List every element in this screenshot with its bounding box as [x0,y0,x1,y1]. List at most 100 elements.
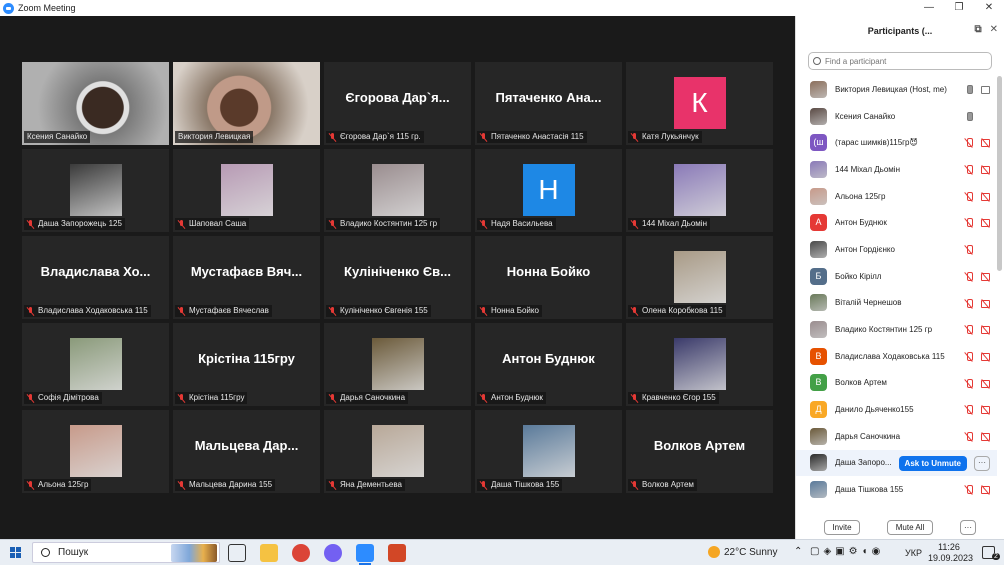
participant-row[interactable]: Антон Гордієнко [796,236,997,263]
participant-row[interactable]: В Волков Артем [796,370,997,397]
camera-off-icon[interactable] [981,299,991,308]
video-tile[interactable]: Дарья Саночкина [324,323,471,406]
microphone-muted-icon[interactable] [964,351,974,361]
participant-row[interactable]: Д Данило Дьяченко155 [796,396,997,423]
participant-row[interactable]: Альона 125гр [796,183,997,210]
participant-scrollbar[interactable] [997,76,1002,271]
video-tile[interactable]: Антон Буднюк Антон Буднюк [475,323,622,406]
video-tile[interactable]: Альона 125гр [22,410,169,493]
close-button[interactable]: ✕ [974,0,1004,16]
camera-off-icon[interactable] [981,272,991,281]
participant-row[interactable]: Владико Костянтин 125 гр [796,316,997,343]
participant-row[interactable]: Дарья Саночкина [796,423,997,450]
participant-row[interactable]: Даша Запоро... Ask to Unmute ··· [796,449,997,477]
invite-button[interactable]: Invite [824,520,860,535]
camera-off-icon[interactable] [981,432,991,441]
video-tile[interactable]: Кулініченко Єв... Кулініченко Євгенія 155 [324,236,471,319]
video-tile[interactable]: Яна Дементьева [324,410,471,493]
zoom-icon[interactable] [356,544,374,565]
participant-row[interactable]: А Антон Буднюк [796,209,997,236]
file-explorer-icon[interactable] [260,544,278,562]
search-input[interactable] [825,56,985,66]
microphone-muted-icon[interactable] [964,378,974,388]
camera-icon[interactable] [981,85,991,94]
chrome-icon[interactable] [292,544,310,562]
more-options-button[interactable]: ··· [960,520,976,535]
camera-off-icon[interactable] [981,352,991,361]
video-tile[interactable]: Ксения Санайко [22,62,169,145]
popout-icon[interactable]: ⧉ [974,24,981,35]
clock-time[interactable]: 11:26 [938,542,960,552]
video-tile[interactable]: Крістіна 115гру Крістіна 115гру [173,323,320,406]
video-tile[interactable]: Даша Тішкова 155 [475,410,622,493]
video-tile[interactable]: Шаповал Саша [173,149,320,232]
camera-off-icon[interactable] [981,245,991,254]
microphone-muted-icon[interactable] [964,271,974,281]
camera-off-icon[interactable] [981,138,991,148]
microphone-muted-icon[interactable] [964,431,974,441]
microphone-muted-icon[interactable] [964,485,974,495]
video-tile[interactable]: Владислава Хо... Владислава Ходаковська 1… [22,236,169,319]
video-tile[interactable]: Владико Костянтин 125 гр [324,149,471,232]
microphone-icon[interactable] [964,111,974,121]
tray-chevron-icon[interactable]: ⌃ [794,546,802,557]
microphone-muted-icon[interactable] [964,298,974,308]
camera-off-icon[interactable] [981,165,991,175]
microphone-muted-icon[interactable] [964,245,974,255]
camera-off-icon[interactable] [981,192,991,201]
video-tile[interactable]: 144 Міхал Дьомін [626,149,773,232]
video-tile[interactable]: Мальцева Дар... Мальцева Дарина 155 [173,410,320,493]
video-tile[interactable]: Волков Артем Волков Артем [626,410,773,493]
video-tile[interactable]: Єгорова Дар`я... Єгорова Дар`я 115 гр. [324,62,471,145]
windows-start-icon[interactable] [10,547,21,558]
viber-icon[interactable] [324,544,342,562]
video-tile[interactable]: Олена Коробкова 115 [626,236,773,319]
camera-off-icon[interactable] [981,485,991,495]
participant-name: Владико Костянтин 125 гр [835,325,933,335]
tray-icons[interactable]: ▢◈▣⚙◖◉ [810,546,884,557]
microphone-muted-icon[interactable] [964,325,974,335]
camera-off-icon[interactable] [981,405,991,415]
participant-row[interactable]: (ш (тарас шимків)115гр😈 [796,129,997,156]
camera-off-icon[interactable] [981,218,991,228]
weather-text[interactable]: 22°C Sunny [724,547,777,558]
participant-search[interactable] [808,52,992,70]
video-tile[interactable]: К Катя Лукьянчук [626,62,773,145]
microphone-muted-icon[interactable] [964,191,974,201]
mute-all-button[interactable]: Mute All [887,520,933,535]
ask-to-unmute-button[interactable]: Ask to Unmute [898,455,967,471]
microphone-muted-icon[interactable] [964,138,974,148]
participant-row[interactable]: В Владислава Ходаковська 115 [796,343,997,370]
participant-row[interactable]: Виктория Левицкая (Host, me) [796,76,997,103]
camera-off-icon[interactable] [981,379,991,388]
minimize-button[interactable]: — [914,0,944,16]
participant-row[interactable]: Б Бойко Кірілл [796,263,997,290]
microphone-muted-icon[interactable] [964,405,974,415]
participant-row[interactable]: Даша Тішкова 155 [796,476,997,503]
participant-more-button[interactable]: ··· [974,455,990,471]
maximize-button[interactable]: ❐ [944,0,974,16]
microphone-icon[interactable] [964,85,974,94]
video-tile[interactable]: Мустафаєв Вяч... Мустафаєв Вячеслав [173,236,320,319]
video-tile[interactable]: Даша Запорожець 125 [22,149,169,232]
video-tile[interactable]: Виктория Левицкая [173,62,320,145]
video-tile[interactable]: Н Надя Васильева [475,149,622,232]
task-view-icon[interactable] [228,544,246,562]
camera-off-icon[interactable] [981,325,991,335]
video-tile[interactable]: Кравченко Єгор 155 [626,323,773,406]
participant-row[interactable]: 144 Міхал Дьомін [796,156,997,183]
video-tile[interactable]: Софія Дімітрова [22,323,169,406]
language-indicator[interactable]: УКР [905,548,922,558]
camera-off-icon[interactable] [981,112,991,121]
close-panel-icon[interactable]: ✕ [990,24,998,35]
mic-muted-icon [27,219,35,229]
taskbar-search[interactable]: Пошук [32,542,220,563]
clock-date[interactable]: 19.09.2023 [928,553,973,563]
participant-row[interactable]: Віталій Чернешов [796,290,997,317]
microphone-muted-icon[interactable] [964,165,974,175]
microphone-muted-icon[interactable] [964,218,974,228]
powerpoint-icon[interactable] [388,544,406,562]
video-tile[interactable]: Пятаченко Ана... Пятаченко Анастасія 115 [475,62,622,145]
video-tile[interactable]: Нонна Бойко Нонна Бойко [475,236,622,319]
participant-row[interactable]: Ксения Санайко [796,103,997,130]
